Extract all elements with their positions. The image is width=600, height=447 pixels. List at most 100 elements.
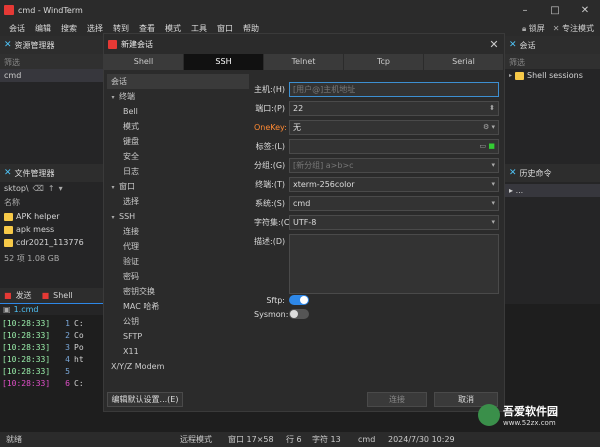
tab-telnet[interactable]: Telnet [264,54,344,70]
color-picker-icon[interactable]: ▭ ■ [480,140,495,153]
app-icon [108,39,117,49]
clear-icon[interactable]: ⌫ [33,184,44,193]
close-icon[interactable]: ✕ [4,168,12,178]
explorer-item-cmd[interactable]: cmd [0,69,103,82]
terminal-output[interactable]: [10:28:33] 1 C: [10:28:33] 2 Co [10:28:33] 3 P… [0,317,104,443]
close-button[interactable]: ✕ [570,5,600,16]
menu-mode[interactable]: 模式 [160,23,186,34]
sftp-toggle[interactable] [289,295,309,305]
close-icon[interactable]: ✕ [509,168,517,178]
window-title: cmd - WindTerm [18,5,83,15]
sysmon-toggle[interactable] [289,309,309,319]
send-tab[interactable]: 发送 [16,290,32,301]
connect-button[interactable]: 连接 [367,392,427,407]
tree-node[interactable]: 日志 [107,164,249,179]
tag-input[interactable]: ▭ ■ [289,139,499,154]
edit-defaults-button[interactable]: 编辑默认设置...(E) [107,392,183,407]
status-window[interactable]: 窗口 17×58 [228,434,274,445]
dropdown-icon[interactable]: ▾ [59,184,63,193]
port-input[interactable]: 22 ⬍ [289,101,499,116]
tree-node[interactable]: 公钥 [107,314,249,329]
host-input[interactable]: [用户@]主机地址 [289,82,499,97]
history-item[interactable]: ▸ ... [505,184,600,197]
file-path[interactable]: sktop\ [4,184,29,193]
up-arrow-icon[interactable]: ↑ [48,184,55,193]
sftp-row: Sftp: [266,296,285,305]
tree-node[interactable]: 验证 [107,254,249,269]
shell-tab[interactable]: Shell [53,291,73,300]
status-system[interactable]: cmd [358,435,375,444]
tree-node[interactable]: MAC 哈希 [107,299,249,314]
status-mode[interactable]: 远程模式 [180,434,212,445]
menu-window[interactable]: 窗口 [212,23,238,34]
lock-screen-button[interactable]: 🔒︎ 锁屏 [522,23,545,34]
dropdown-icon[interactable]: ▾ [491,216,495,229]
tree-node[interactable]: X11 [107,344,249,359]
app-icon [4,5,14,15]
tab-ssh[interactable]: SSH [184,54,264,70]
close-icon[interactable]: ✕ [4,40,12,50]
dropdown-icon[interactable]: ▾ [491,197,495,210]
tab-shell[interactable]: Shell [104,54,184,70]
tree-node[interactable]: 选择 [107,194,249,209]
tree-node[interactable]: 连接 [107,224,249,239]
menu-help[interactable]: 帮助 [238,23,264,34]
menu-view[interactable]: 查看 [134,23,160,34]
shell-icon: ■ [41,291,50,300]
tree-node[interactable]: X/Y/Z Modem [107,359,249,374]
dialog-close-button[interactable]: ✕ [484,38,504,51]
status-row[interactable]: 行 6 [286,434,302,445]
tag-row: 标签:(L) [255,142,285,151]
port-row: 端口:(P) [255,104,285,113]
gear-dropdown-icon[interactable]: ⚙ ▾ [483,121,495,134]
charset-row: 字符集:(C) [254,218,293,227]
tree-node[interactable]: ▾ 终端 [107,89,249,104]
sessions-filter[interactable]: 筛选 [505,54,600,69]
chevron-down-icon: ▾ [111,214,115,221]
settings-tree: 会话 ▾ 终端 Bell 模式 键盘 安全 日志 ▾ 窗口 选择 ▾ SSH 连接 代理 验证 密码 密钥交换 MA… [107,74,249,374]
tree-node[interactable]: ▾ SSH [107,209,249,224]
file-manager-panel: ✕ 文件管理器 sktop\ ⌫ ↑ ▾ 名称 APK helper apk mess … [0,164,104,288]
file-item[interactable]: APK helper [0,210,103,223]
menu-edit[interactable]: 编辑 [30,23,56,34]
dropdown-icon[interactable]: ▾ [491,159,495,172]
terminal-select[interactable]: xterm-256color ▾ [289,177,499,192]
file-footer: 52 项 1.08 GB [4,254,60,263]
close-icon: ✕ [552,23,560,33]
file-item[interactable]: cdr2021_113776 [0,236,103,249]
host-row: 主机:(H) [254,85,285,94]
doc-tab[interactable]: ▣ 1.cmd [0,303,104,315]
menu-goto[interactable]: 转到 [108,23,134,34]
menu-tools[interactable]: 工具 [186,23,212,34]
maximize-button[interactable]: □ [540,5,570,16]
minimize-button[interactable]: – [510,5,540,16]
group-input[interactable]: [新分组] a>b>c ▾ [289,158,499,173]
explorer-filter[interactable]: 筛选 [0,54,103,69]
tab-serial[interactable]: Serial [424,54,504,70]
tree-node[interactable]: 密钥交换 [107,284,249,299]
tree-node[interactable]: 键盘 [107,134,249,149]
stepper-icon[interactable]: ⬍ [489,102,495,115]
tree-node[interactable]: 安全 [107,149,249,164]
focus-mode-button[interactable]: ✕ 专注模式 [553,23,594,34]
file-item[interactable]: apk mess [0,223,103,236]
tree-node[interactable]: 会话 [107,74,249,89]
menu-search[interactable]: 搜索 [56,23,82,34]
system-select[interactable]: cmd ▾ [289,196,499,211]
tree-node[interactable]: 密码 [107,269,249,284]
status-char[interactable]: 字符 13 [312,434,341,445]
dropdown-icon[interactable]: ▾ [491,178,495,191]
tree-node[interactable]: 代理 [107,239,249,254]
description-textarea[interactable] [289,234,499,294]
menu-select[interactable]: 选择 [82,23,108,34]
tree-node[interactable]: ▾ 窗口 [107,179,249,194]
onekey-select[interactable]: 无 ⚙ ▾ [289,120,499,135]
tree-node[interactable]: SFTP [107,329,249,344]
charset-select[interactable]: UTF-8 ▾ [289,215,499,230]
tree-node[interactable]: Bell [107,104,249,119]
tab-tcp[interactable]: Tcp [344,54,424,70]
menu-session[interactable]: 会话 [4,23,30,34]
tree-node[interactable]: 模式 [107,119,249,134]
session-group[interactable]: ▸ Shell sessions [505,69,600,82]
close-icon[interactable]: ✕ [509,40,517,50]
